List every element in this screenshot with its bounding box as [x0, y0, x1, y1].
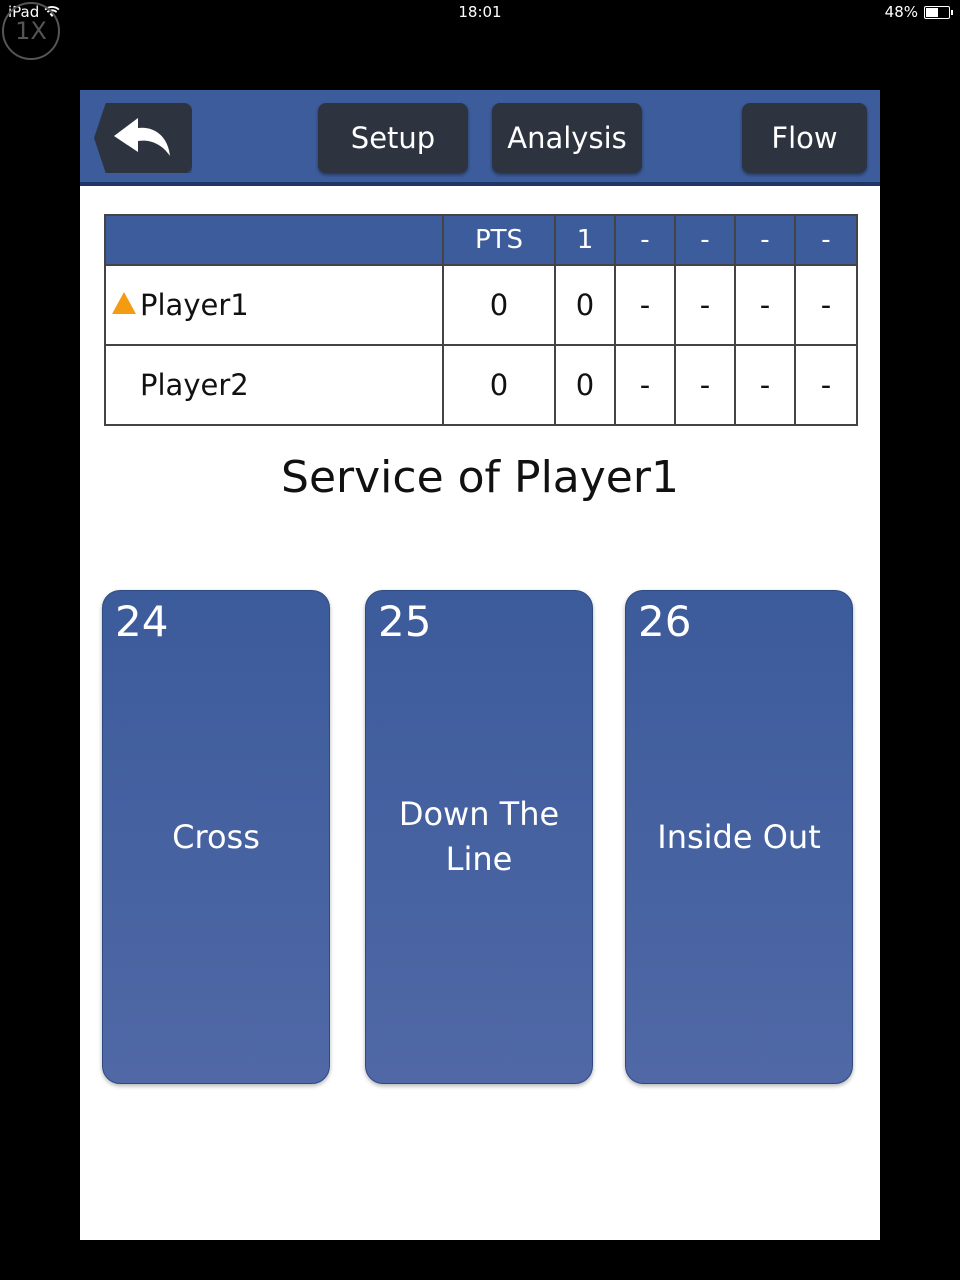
setup-button[interactable]: Setup: [318, 103, 468, 173]
service-title: Service of Player1: [281, 452, 679, 503]
score-cell: 0: [442, 344, 556, 426]
shot-button-down-the-line[interactable]: 25 Down The Line: [365, 590, 593, 1084]
shot-button-cross[interactable]: 24 Cross: [102, 590, 330, 1084]
shot-label: Cross: [172, 817, 260, 856]
status-bar: iPad 18:01 48%: [0, 0, 960, 26]
score-cell: 0: [442, 264, 556, 346]
player-name-label: Player2: [140, 368, 249, 402]
player-name-label: Player1: [140, 288, 249, 322]
score-cell: 0: [554, 344, 616, 426]
score-cell: -: [614, 344, 676, 426]
player-name: Player1: [104, 264, 444, 346]
analysis-button[interactable]: Analysis: [492, 103, 642, 173]
back-button[interactable]: [94, 103, 192, 173]
shot-button-inside-out[interactable]: 26 Inside Out: [625, 590, 853, 1084]
zoom-badge[interactable]: 1X: [2, 2, 60, 60]
flow-button[interactable]: Flow: [742, 103, 867, 173]
scoreboard-header: PTS 1 - - - -: [104, 214, 858, 266]
score-cell: -: [734, 264, 796, 346]
table-row: Player2 0 0 - - - -: [104, 344, 858, 426]
score-cell: -: [674, 344, 736, 426]
toolbar: Setup Analysis Flow: [80, 90, 880, 186]
shot-label: Down The Line: [398, 795, 560, 878]
clock: 18:01: [458, 3, 502, 21]
header-cell: -: [674, 214, 736, 266]
battery-percent: 48%: [884, 3, 918, 21]
undo-arrow-icon: [114, 118, 170, 156]
scoreboard: PTS 1 - - - - Player1 0 0 - - - - Player…: [104, 214, 858, 426]
player-name: Player2: [104, 344, 444, 426]
header-cell: [104, 214, 444, 266]
table-row: Player1 0 0 - - - -: [104, 264, 858, 346]
shot-label: Inside Out: [657, 817, 821, 856]
header-cell: -: [794, 214, 858, 266]
header-cell: -: [614, 214, 676, 266]
battery-icon: [924, 6, 953, 19]
header-cell: -: [734, 214, 796, 266]
serve-indicator-icon: [112, 292, 136, 314]
score-cell: 0: [554, 264, 616, 346]
score-cell: -: [794, 264, 858, 346]
header-cell: 1: [554, 214, 616, 266]
main-panel: Setup Analysis Flow PTS 1 - - - - Player…: [80, 90, 880, 1240]
score-cell: -: [794, 344, 858, 426]
score-cell: -: [674, 264, 736, 346]
score-cell: -: [614, 264, 676, 346]
score-cell: -: [734, 344, 796, 426]
header-cell: PTS: [442, 214, 556, 266]
